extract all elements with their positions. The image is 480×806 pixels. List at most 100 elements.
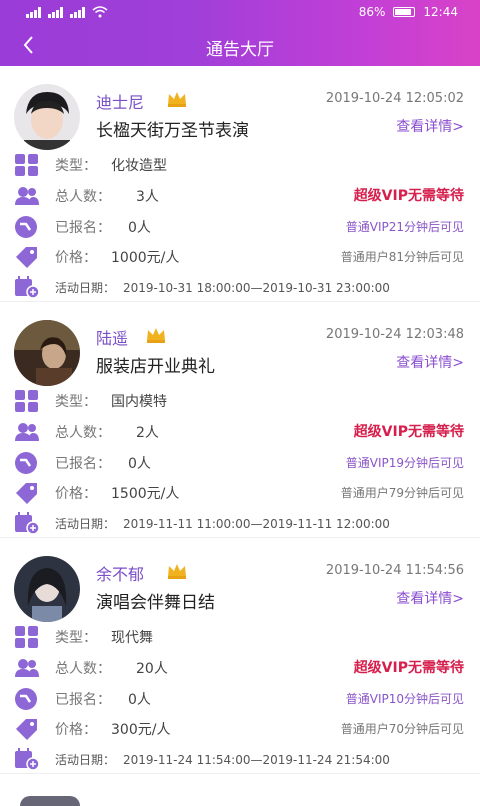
total-value: 2人 bbox=[136, 425, 159, 441]
price-value: 1000元/人 bbox=[111, 250, 180, 266]
status-icons bbox=[26, 6, 108, 18]
price-label: 价格： bbox=[55, 722, 97, 738]
type-row: 类型： 现代舞 bbox=[14, 624, 466, 650]
clock: 12:44 bbox=[423, 5, 458, 19]
price-value: 300元/人 bbox=[111, 722, 171, 738]
date-value: 2019-10-31 18:00:00—2019-10-31 23:00:00 bbox=[123, 281, 390, 295]
post-time: 2019-10-24 11:54:56 bbox=[325, 563, 464, 578]
date-label: 活动日期： bbox=[55, 281, 116, 295]
signed-label: 已报名： bbox=[55, 456, 111, 472]
date-row: 活动日期： 2019-10-31 18:00:00—2019-10-31 23:0… bbox=[14, 274, 466, 300]
signal-icon bbox=[48, 6, 64, 18]
crown-icon bbox=[168, 564, 186, 579]
wifi-icon bbox=[92, 6, 108, 18]
status-bar: 86% 12:44 bbox=[0, 0, 480, 26]
battery-percent: 86% bbox=[358, 5, 386, 19]
sim-icon bbox=[26, 6, 42, 18]
total-label: 总人数： bbox=[55, 661, 111, 677]
people-icon bbox=[15, 659, 39, 677]
crown-icon bbox=[168, 92, 186, 107]
calendar-add-icon bbox=[15, 748, 40, 771]
user-normal-text: 普通用户70分钟后可见 bbox=[340, 722, 464, 736]
date-label: 活动日期： bbox=[55, 753, 116, 767]
event-title: 长楹天街万圣节表演 bbox=[96, 121, 249, 141]
view-detail-link[interactable]: 查看详情> bbox=[396, 116, 464, 136]
user-name[interactable]: 迪士尼 bbox=[96, 89, 144, 113]
category-icon bbox=[15, 154, 38, 176]
vip-super-text: 超级VIP无需等待 bbox=[353, 660, 464, 676]
notice-list: 迪士尼 2019-10-24 12:05:02 长楹天街万圣节表演 查看详情> … bbox=[0, 66, 480, 774]
notice-card[interactable]: 余不郁 2019-10-24 11:54:56 演唱会伴舞日结 查看详情> 类型… bbox=[0, 538, 480, 774]
price-row: 价格： 1500元/人 普通用户79分钟后可见 bbox=[14, 480, 466, 506]
signed-row: 已报名： 0人 普通VIP10分钟后可见 bbox=[14, 686, 466, 712]
price-value: 1500元/人 bbox=[111, 486, 180, 502]
type-label: 类型： bbox=[55, 630, 97, 646]
next-avatar-partial bbox=[20, 796, 80, 806]
vip-super-text: 超级VIP无需等待 bbox=[353, 188, 464, 204]
date-label: 活动日期： bbox=[55, 517, 116, 531]
notice-card[interactable]: 迪士尼 2019-10-24 12:05:02 长楹天街万圣节表演 查看详情> … bbox=[0, 66, 480, 302]
type-value: 国内模特 bbox=[111, 394, 167, 410]
signed-value: 0人 bbox=[128, 692, 151, 708]
signed-value: 0人 bbox=[128, 456, 151, 472]
vip-normal-text: 普通VIP10分钟后可见 bbox=[345, 692, 464, 706]
signup-icon bbox=[15, 452, 37, 474]
type-row: 类型： 化妆造型 bbox=[14, 152, 466, 178]
price-tag-icon bbox=[16, 483, 37, 504]
type-label: 类型： bbox=[55, 394, 97, 410]
signed-row: 已报名： 0人 普通VIP21分钟后可见 bbox=[14, 214, 466, 240]
date-text: 活动日期： 2019-10-31 18:00:00—2019-10-31 23:0… bbox=[55, 279, 390, 296]
signal-2-icon bbox=[70, 6, 86, 18]
date-row: 活动日期： 2019-11-11 11:00:00—2019-11-11 12:0… bbox=[14, 510, 466, 536]
vip-normal-text: 普通VIP19分钟后可见 bbox=[345, 456, 464, 470]
category-icon bbox=[15, 626, 38, 648]
app-header: 86% 12:44 通告大厅 bbox=[0, 0, 480, 66]
page-title: 通告大厅 bbox=[206, 40, 274, 60]
date-value: 2019-11-11 11:00:00—2019-11-11 12:00:00 bbox=[123, 517, 390, 531]
price-label: 价格： bbox=[55, 250, 97, 266]
signed-label: 已报名： bbox=[55, 692, 111, 708]
people-icon bbox=[15, 187, 39, 205]
signed-row: 已报名： 0人 普通VIP19分钟后可见 bbox=[14, 450, 466, 476]
price-row: 价格： 300元/人 普通用户70分钟后可见 bbox=[14, 716, 466, 742]
event-title: 服装店开业典礼 bbox=[96, 357, 215, 377]
signup-icon bbox=[15, 688, 37, 710]
user-name[interactable]: 余不郁 bbox=[96, 561, 144, 585]
date-value: 2019-11-24 11:54:00—2019-11-24 21:54:00 bbox=[123, 753, 390, 767]
calendar-add-icon bbox=[15, 276, 40, 299]
type-label: 类型： bbox=[55, 158, 97, 174]
view-detail-link[interactable]: 查看详情> bbox=[396, 352, 464, 372]
notice-card[interactable]: 陆遥 2019-10-24 12:03:48 服装店开业典礼 查看详情> 类型：… bbox=[0, 302, 480, 538]
total-row: 总人数： 2人 超级VIP无需等待 bbox=[14, 419, 466, 445]
type-value: 现代舞 bbox=[111, 630, 153, 646]
post-time: 2019-10-24 12:03:48 bbox=[325, 327, 464, 342]
avatar[interactable] bbox=[14, 320, 80, 386]
type-value: 化妆造型 bbox=[111, 158, 167, 174]
total-row: 总人数： 3人 超级VIP无需等待 bbox=[14, 183, 466, 209]
user-name[interactable]: 陆遥 bbox=[96, 325, 128, 349]
people-icon bbox=[15, 423, 39, 441]
avatar[interactable] bbox=[14, 556, 80, 622]
title-bar: 通告大厅 bbox=[0, 26, 480, 66]
price-tag-icon bbox=[16, 247, 37, 268]
date-row: 活动日期： 2019-11-24 11:54:00—2019-11-24 21:5… bbox=[14, 746, 466, 772]
user-normal-text: 普通用户79分钟后可见 bbox=[340, 486, 464, 500]
signup-icon bbox=[15, 216, 37, 238]
status-right: 86% 12:44 bbox=[359, 5, 458, 19]
avatar[interactable] bbox=[14, 84, 80, 150]
view-detail-link[interactable]: 查看详情> bbox=[396, 588, 464, 608]
crown-icon bbox=[147, 328, 165, 343]
event-title: 演唱会伴舞日结 bbox=[96, 593, 215, 613]
total-value: 3人 bbox=[136, 189, 159, 205]
date-text: 活动日期： 2019-11-24 11:54:00—2019-11-24 21:5… bbox=[55, 751, 390, 768]
total-row: 总人数： 20人 超级VIP无需等待 bbox=[14, 655, 466, 681]
signed-value: 0人 bbox=[128, 220, 151, 236]
date-text: 活动日期： 2019-11-11 11:00:00—2019-11-11 12:0… bbox=[55, 515, 390, 532]
vip-normal-text: 普通VIP21分钟后可见 bbox=[345, 220, 464, 234]
total-label: 总人数： bbox=[55, 425, 111, 441]
total-label: 总人数： bbox=[55, 189, 111, 205]
total-value: 20人 bbox=[136, 661, 168, 677]
category-icon bbox=[15, 390, 38, 412]
price-row: 价格： 1000元/人 普通用户81分钟后可见 bbox=[14, 244, 466, 270]
price-label: 价格： bbox=[55, 486, 97, 502]
